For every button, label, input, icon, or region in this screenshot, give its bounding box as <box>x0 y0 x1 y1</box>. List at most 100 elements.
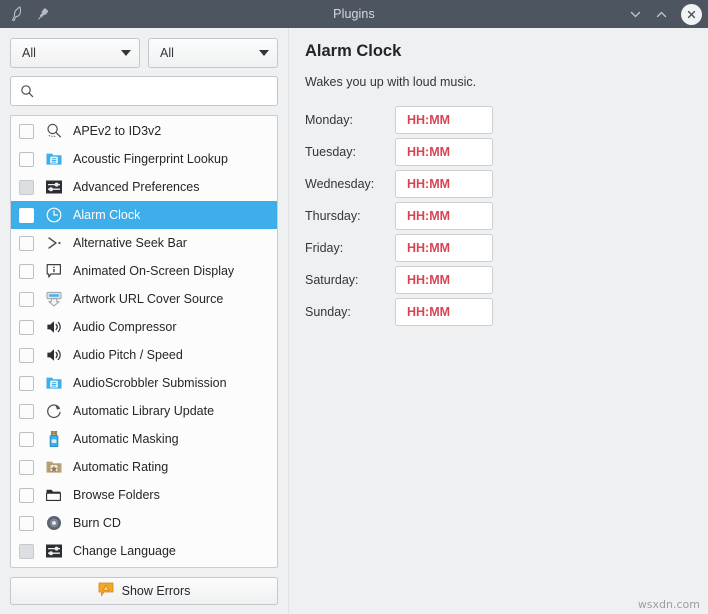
alarm-time-input[interactable]: HH:MM <box>395 298 493 326</box>
detail-panel: Alarm Clock Wakes you up with loud music… <box>288 28 708 614</box>
search-input[interactable] <box>34 84 269 98</box>
chevron-down-icon <box>121 50 131 56</box>
plugin-checkbox[interactable] <box>19 236 34 251</box>
plugin-list-scroll[interactable]: APEv2 to ID3v2 Acoustic Fingerprint Looku… <box>11 116 277 567</box>
plugin-checkbox[interactable] <box>19 292 34 307</box>
filter-status-dropdown[interactable]: All <box>148 38 278 68</box>
plugin-label: Alarm Clock <box>73 208 140 222</box>
plugin-list-item[interactable]: Browse Folders <box>11 481 277 509</box>
alarm-time-input[interactable]: HH:MM <box>395 202 493 230</box>
pin-icon[interactable] <box>34 6 51 23</box>
show-errors-button[interactable]: Show Errors <box>10 577 278 605</box>
blue-folder-icon <box>45 150 63 168</box>
alarm-time-input[interactable]: HH:MM <box>395 138 493 166</box>
plugin-list-item[interactable]: Automatic Library Update <box>11 397 277 425</box>
alarm-day-row: Wednesday:HH:MM <box>305 170 692 198</box>
quill-icon[interactable] <box>8 6 25 23</box>
plugin-checkbox[interactable] <box>19 376 34 391</box>
plugin-label: Alternative Seek Bar <box>73 236 187 250</box>
plugin-checkbox[interactable] <box>19 124 34 139</box>
show-errors-label: Show Errors <box>122 584 191 598</box>
alarm-day-row: Tuesday:HH:MM <box>305 138 692 166</box>
alarm-day-label: Monday: <box>305 113 395 127</box>
plugin-list-item[interactable]: Alternative Seek Bar <box>11 229 277 257</box>
plugin-checkbox[interactable] <box>19 320 34 335</box>
plugin-label: Automatic Library Update <box>73 404 214 418</box>
plugin-label: Audio Compressor <box>73 320 177 334</box>
plugin-list-item[interactable]: Acoustic Fingerprint Lookup <box>11 145 277 173</box>
filter-status-value: All <box>160 46 174 60</box>
plugin-description: Wakes you up with loud music. <box>305 75 692 89</box>
page-title: Alarm Clock <box>305 42 692 61</box>
maximize-button[interactable] <box>653 6 669 22</box>
disc-icon <box>45 514 63 532</box>
plugin-list-item[interactable]: Audio Compressor <box>11 313 277 341</box>
alarm-time-input[interactable]: HH:MM <box>395 170 493 198</box>
folder-icon <box>45 486 63 504</box>
plugin-checkbox[interactable] <box>19 488 34 503</box>
close-button[interactable] <box>681 4 702 25</box>
usb-stick-icon <box>45 430 63 448</box>
plugin-list-item[interactable]: Advanced Preferences <box>11 173 277 201</box>
window-body: All All APEv2 to ID3v2 Acoustic Fingerpri… <box>0 28 708 614</box>
alarm-day-label: Wednesday: <box>305 177 395 191</box>
plugin-list-item[interactable]: Audio Pitch / Speed <box>11 341 277 369</box>
clock-icon <box>45 206 63 224</box>
plugin-list-item[interactable]: Burn CD <box>11 509 277 537</box>
alarm-day-label: Tuesday: <box>305 145 395 159</box>
alarm-day-label: Sunday: <box>305 305 395 319</box>
seek-arrow-icon <box>45 234 63 252</box>
search-box[interactable] <box>10 76 278 106</box>
magnifier-dots-icon <box>45 122 63 140</box>
plugin-list-item[interactable]: Automatic Masking <box>11 425 277 453</box>
alarm-time-input[interactable]: HH:MM <box>395 106 493 134</box>
titlebar-left-icons <box>8 6 51 23</box>
alarm-day-row: Sunday:HH:MM <box>305 298 692 326</box>
plugin-checkbox <box>19 180 34 195</box>
plugin-label: Change Language <box>73 544 176 558</box>
plugin-checkbox[interactable] <box>19 460 34 475</box>
plugin-checkbox[interactable] <box>19 516 34 531</box>
watermark: wsxdn.com <box>638 598 700 611</box>
star-folder-icon <box>45 458 63 476</box>
plugin-checkbox[interactable] <box>19 432 34 447</box>
plugin-label: AudioScrobbler Submission <box>73 376 227 390</box>
plugin-label: Acoustic Fingerprint Lookup <box>73 152 228 166</box>
plugin-list-item[interactable]: APEv2 to ID3v2 <box>11 117 277 145</box>
refresh-icon <box>45 402 63 420</box>
plugin-label: Burn CD <box>73 516 121 530</box>
plugin-list-item[interactable]: Change Language <box>11 537 277 565</box>
alarm-days-form: Monday:HH:MMTuesday:HH:MMWednesday:HH:MM… <box>305 106 692 326</box>
plugin-checkbox[interactable] <box>19 152 34 167</box>
window-title: Plugins <box>0 7 708 21</box>
filter-category-dropdown[interactable]: All <box>10 38 140 68</box>
plugin-list: APEv2 to ID3v2 Acoustic Fingerprint Looku… <box>10 115 278 568</box>
plugin-list-item[interactable]: Automatic Rating <box>11 453 277 481</box>
plugin-list-item[interactable]: Artwork URL Cover Source <box>11 285 277 313</box>
alarm-time-input[interactable]: HH:MM <box>395 234 493 262</box>
minimize-button[interactable] <box>627 6 643 22</box>
alarm-time-input[interactable]: HH:MM <box>395 266 493 294</box>
speaker-icon <box>45 318 63 336</box>
filter-bar: All All <box>10 38 278 68</box>
plugin-checkbox[interactable] <box>19 404 34 419</box>
plugin-label: Automatic Rating <box>73 460 168 474</box>
plugins-window: Plugins All All <box>0 0 708 614</box>
sliders-icon <box>45 178 63 196</box>
warning-bubble-icon <box>98 582 115 600</box>
plugin-list-item[interactable]: AudioScrobbler Submission <box>11 369 277 397</box>
plugin-checkbox[interactable] <box>19 348 34 363</box>
plugin-list-item[interactable]: Animated On-Screen Display <box>11 257 277 285</box>
alarm-day-row: Saturday:HH:MM <box>305 266 692 294</box>
search-icon <box>20 84 34 98</box>
plugin-checkbox[interactable] <box>19 208 34 223</box>
info-bubble-icon <box>45 262 63 280</box>
plugin-label: Artwork URL Cover Source <box>73 292 223 306</box>
plugin-label: Automatic Masking <box>73 432 179 446</box>
plugin-checkbox[interactable] <box>19 264 34 279</box>
plugin-label: Advanced Preferences <box>73 180 199 194</box>
sliders-icon <box>45 542 63 560</box>
alarm-day-label: Saturday: <box>305 273 395 287</box>
plugin-list-item[interactable]: Alarm Clock <box>11 201 277 229</box>
plugin-label: Animated On-Screen Display <box>73 264 234 278</box>
